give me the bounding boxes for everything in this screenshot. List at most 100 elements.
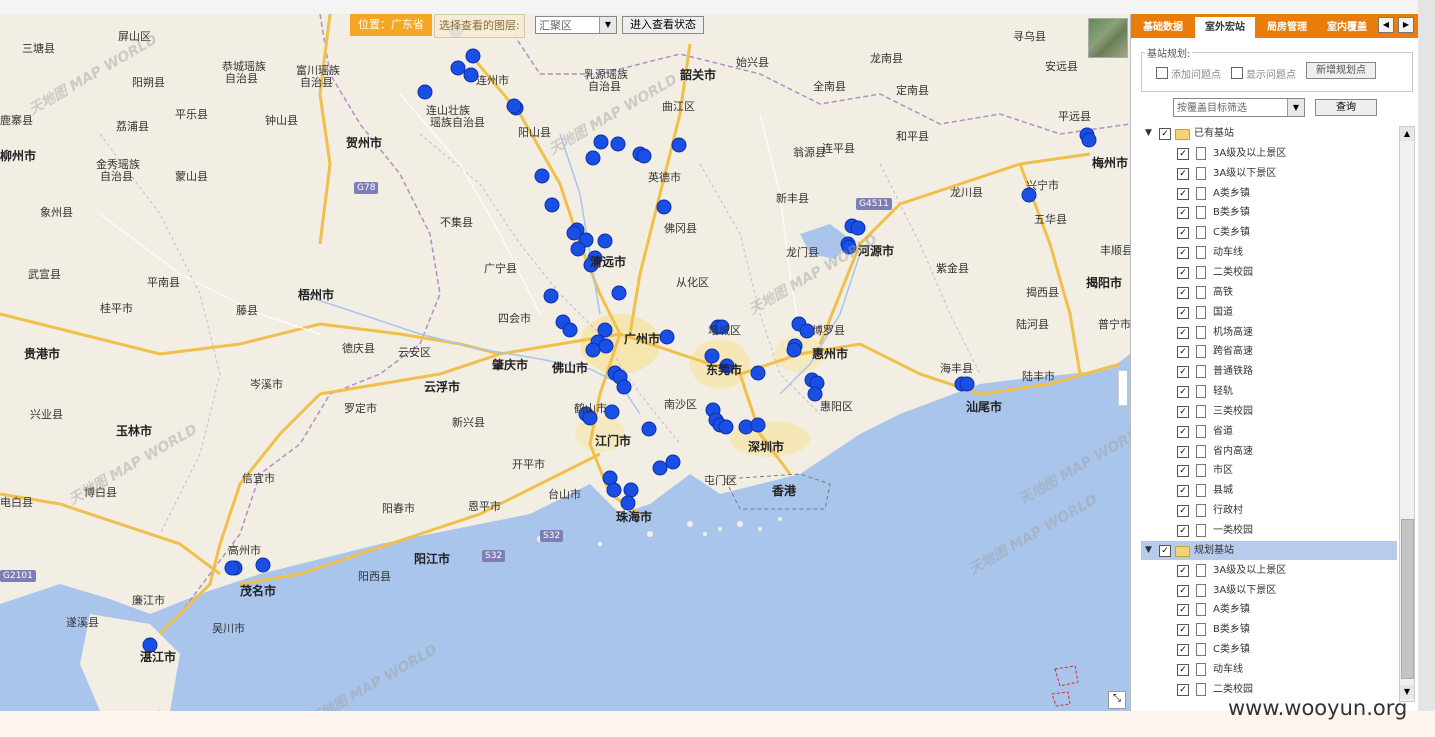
map-edge-toggle[interactable]: [1118, 370, 1127, 406]
tree-checkbox[interactable]: ✓: [1177, 187, 1189, 200]
base-station-marker[interactable]: [583, 257, 599, 273]
tree-item[interactable]: ✓ 一类校园: [1141, 521, 1397, 540]
tree-checkbox[interactable]: ✓: [1177, 346, 1189, 359]
tree-item[interactable]: ✓ 3A级以下景区: [1141, 581, 1397, 600]
tree-item[interactable]: ✓ 动车线: [1141, 660, 1397, 679]
base-station-marker[interactable]: [224, 560, 240, 576]
chevron-down-icon[interactable]: ▼: [1287, 99, 1304, 116]
tree-item[interactable]: ✓ B类乡镇: [1141, 620, 1397, 639]
tree-checkbox[interactable]: ✓: [1177, 266, 1189, 279]
tree-checkbox[interactable]: ✓: [1177, 227, 1189, 240]
base-station-marker[interactable]: [606, 482, 622, 498]
tree-checkbox[interactable]: ✓: [1177, 584, 1189, 597]
tree-item[interactable]: ✓ 二类校园: [1141, 263, 1397, 282]
base-station-marker[interactable]: [719, 358, 735, 374]
base-station-marker[interactable]: [807, 386, 823, 402]
base-station-marker[interactable]: [656, 199, 672, 215]
tree-checkbox[interactable]: ✓: [1177, 326, 1189, 339]
base-station-marker[interactable]: [841, 239, 857, 255]
tab-room-management[interactable]: 局房管理: [1257, 17, 1317, 38]
base-station-marker[interactable]: [750, 365, 766, 381]
tree-item[interactable]: ✓ 3A级及以上景区: [1141, 561, 1397, 580]
base-station-marker[interactable]: [465, 48, 481, 64]
base-station-marker[interactable]: [463, 67, 479, 83]
tab-basic-data[interactable]: 基础数据: [1133, 17, 1193, 38]
layer-select[interactable]: 汇聚区 ▼: [535, 16, 617, 34]
expand-triangle-icon[interactable]: ▼: [1145, 541, 1152, 560]
base-station-marker[interactable]: [671, 137, 687, 153]
base-station-marker[interactable]: [786, 342, 802, 358]
tree-item[interactable]: ✓ 高铁: [1141, 283, 1397, 302]
base-station-marker[interactable]: [543, 288, 559, 304]
base-station-marker[interactable]: [641, 421, 657, 437]
base-station-marker[interactable]: [598, 338, 614, 354]
tree-checkbox[interactable]: ✓: [1177, 386, 1189, 399]
tree-checkbox[interactable]: ✓: [1177, 306, 1189, 319]
add-issue-checkbox[interactable]: [1156, 67, 1168, 79]
tree-item[interactable]: ✓ 行政村: [1141, 501, 1397, 520]
base-station-marker[interactable]: [506, 98, 522, 114]
base-station-marker[interactable]: [704, 348, 720, 364]
tree-checkbox[interactable]: ✓: [1177, 286, 1189, 299]
coverage-filter-select[interactable]: 按覆盖目标筛选 ▼: [1173, 98, 1305, 117]
tree-group-group2[interactable]: ▼ ✓ 规划基站: [1141, 540, 1397, 560]
base-station-marker[interactable]: [450, 60, 466, 76]
tree-checkbox[interactable]: ✓: [1177, 604, 1189, 617]
tree-checkbox[interactable]: ✓: [1159, 544, 1171, 557]
tree-checkbox[interactable]: ✓: [1177, 644, 1189, 657]
map-canvas[interactable]: 屏山区 三塘县 恭城瑶族 自治县 富川瑶族 自治县 连州市 乳源瑶族 自治县 韶关市 始兴县 龙南县寻…: [0, 14, 1130, 711]
new-plan-button[interactable]: 新增规划点: [1306, 62, 1376, 79]
base-station-marker[interactable]: [544, 197, 560, 213]
base-station-marker[interactable]: [659, 329, 675, 345]
base-station-marker[interactable]: [534, 168, 550, 184]
scroll-thumb[interactable]: [1401, 519, 1414, 679]
tree-checkbox[interactable]: ✓: [1177, 147, 1189, 160]
tree-checkbox[interactable]: ✓: [1177, 445, 1189, 458]
base-station-marker[interactable]: [623, 482, 639, 498]
tree-item[interactable]: ✓ A类乡镇: [1141, 184, 1397, 203]
base-station-marker[interactable]: [570, 241, 586, 257]
base-station-marker[interactable]: [636, 148, 652, 164]
base-station-marker[interactable]: [1081, 132, 1097, 148]
tree-checkbox[interactable]: ✓: [1159, 128, 1171, 140]
base-station-marker[interactable]: [562, 322, 578, 338]
expand-triangle-icon[interactable]: ▼: [1145, 124, 1152, 143]
query-button[interactable]: 查询: [1315, 99, 1377, 116]
tree-checkbox[interactable]: ✓: [1177, 405, 1189, 418]
expand-icon[interactable]: ⤡: [1108, 691, 1126, 709]
tree-item[interactable]: ✓ 3A级及以上景区: [1141, 144, 1397, 163]
tree-item[interactable]: ✓ C类乡镇: [1141, 640, 1397, 659]
chevron-down-icon[interactable]: ▼: [599, 17, 616, 33]
satellite-layer-thumbnail[interactable]: [1088, 18, 1128, 58]
base-station-marker[interactable]: [611, 285, 627, 301]
show-issue-checkbox[interactable]: [1231, 67, 1243, 79]
tree-item[interactable]: ✓ 机场高速: [1141, 323, 1397, 342]
tree-item[interactable]: ✓ 省道: [1141, 422, 1397, 441]
base-station-marker[interactable]: [750, 417, 766, 433]
base-station-marker[interactable]: [593, 134, 609, 150]
enter-view-button[interactable]: 进入查看状态: [622, 16, 704, 34]
base-station-marker[interactable]: [582, 410, 598, 426]
tree-scrollbar[interactable]: ▲ ▼: [1399, 126, 1415, 702]
base-station-marker[interactable]: [255, 557, 271, 573]
tab-indoor-coverage[interactable]: 室内覆盖: [1319, 17, 1375, 38]
base-station-marker[interactable]: [610, 136, 626, 152]
base-station-marker[interactable]: [585, 342, 601, 358]
tree-checkbox[interactable]: ✓: [1177, 624, 1189, 637]
base-station-marker[interactable]: [142, 637, 158, 653]
base-station-marker[interactable]: [665, 454, 681, 470]
base-station-marker[interactable]: [597, 233, 613, 249]
tree-checkbox[interactable]: ✓: [1177, 167, 1189, 180]
tab-outdoor-station[interactable]: 室外宏站: [1195, 15, 1255, 38]
tree-item[interactable]: ✓ 动车线: [1141, 243, 1397, 262]
base-station-marker[interactable]: [620, 495, 636, 511]
base-station-marker[interactable]: [718, 419, 734, 435]
tree-checkbox[interactable]: ✓: [1177, 564, 1189, 577]
tree-item[interactable]: ✓ 轻轨: [1141, 382, 1397, 401]
tab-prev-icon[interactable]: ◀: [1378, 17, 1394, 33]
base-station-marker[interactable]: [714, 319, 730, 335]
tree-checkbox[interactable]: ✓: [1177, 663, 1189, 676]
tree-item[interactable]: ✓ 省内高速: [1141, 442, 1397, 461]
tree-checkbox[interactable]: ✓: [1177, 207, 1189, 220]
tree-checkbox[interactable]: ✓: [1177, 525, 1189, 537]
